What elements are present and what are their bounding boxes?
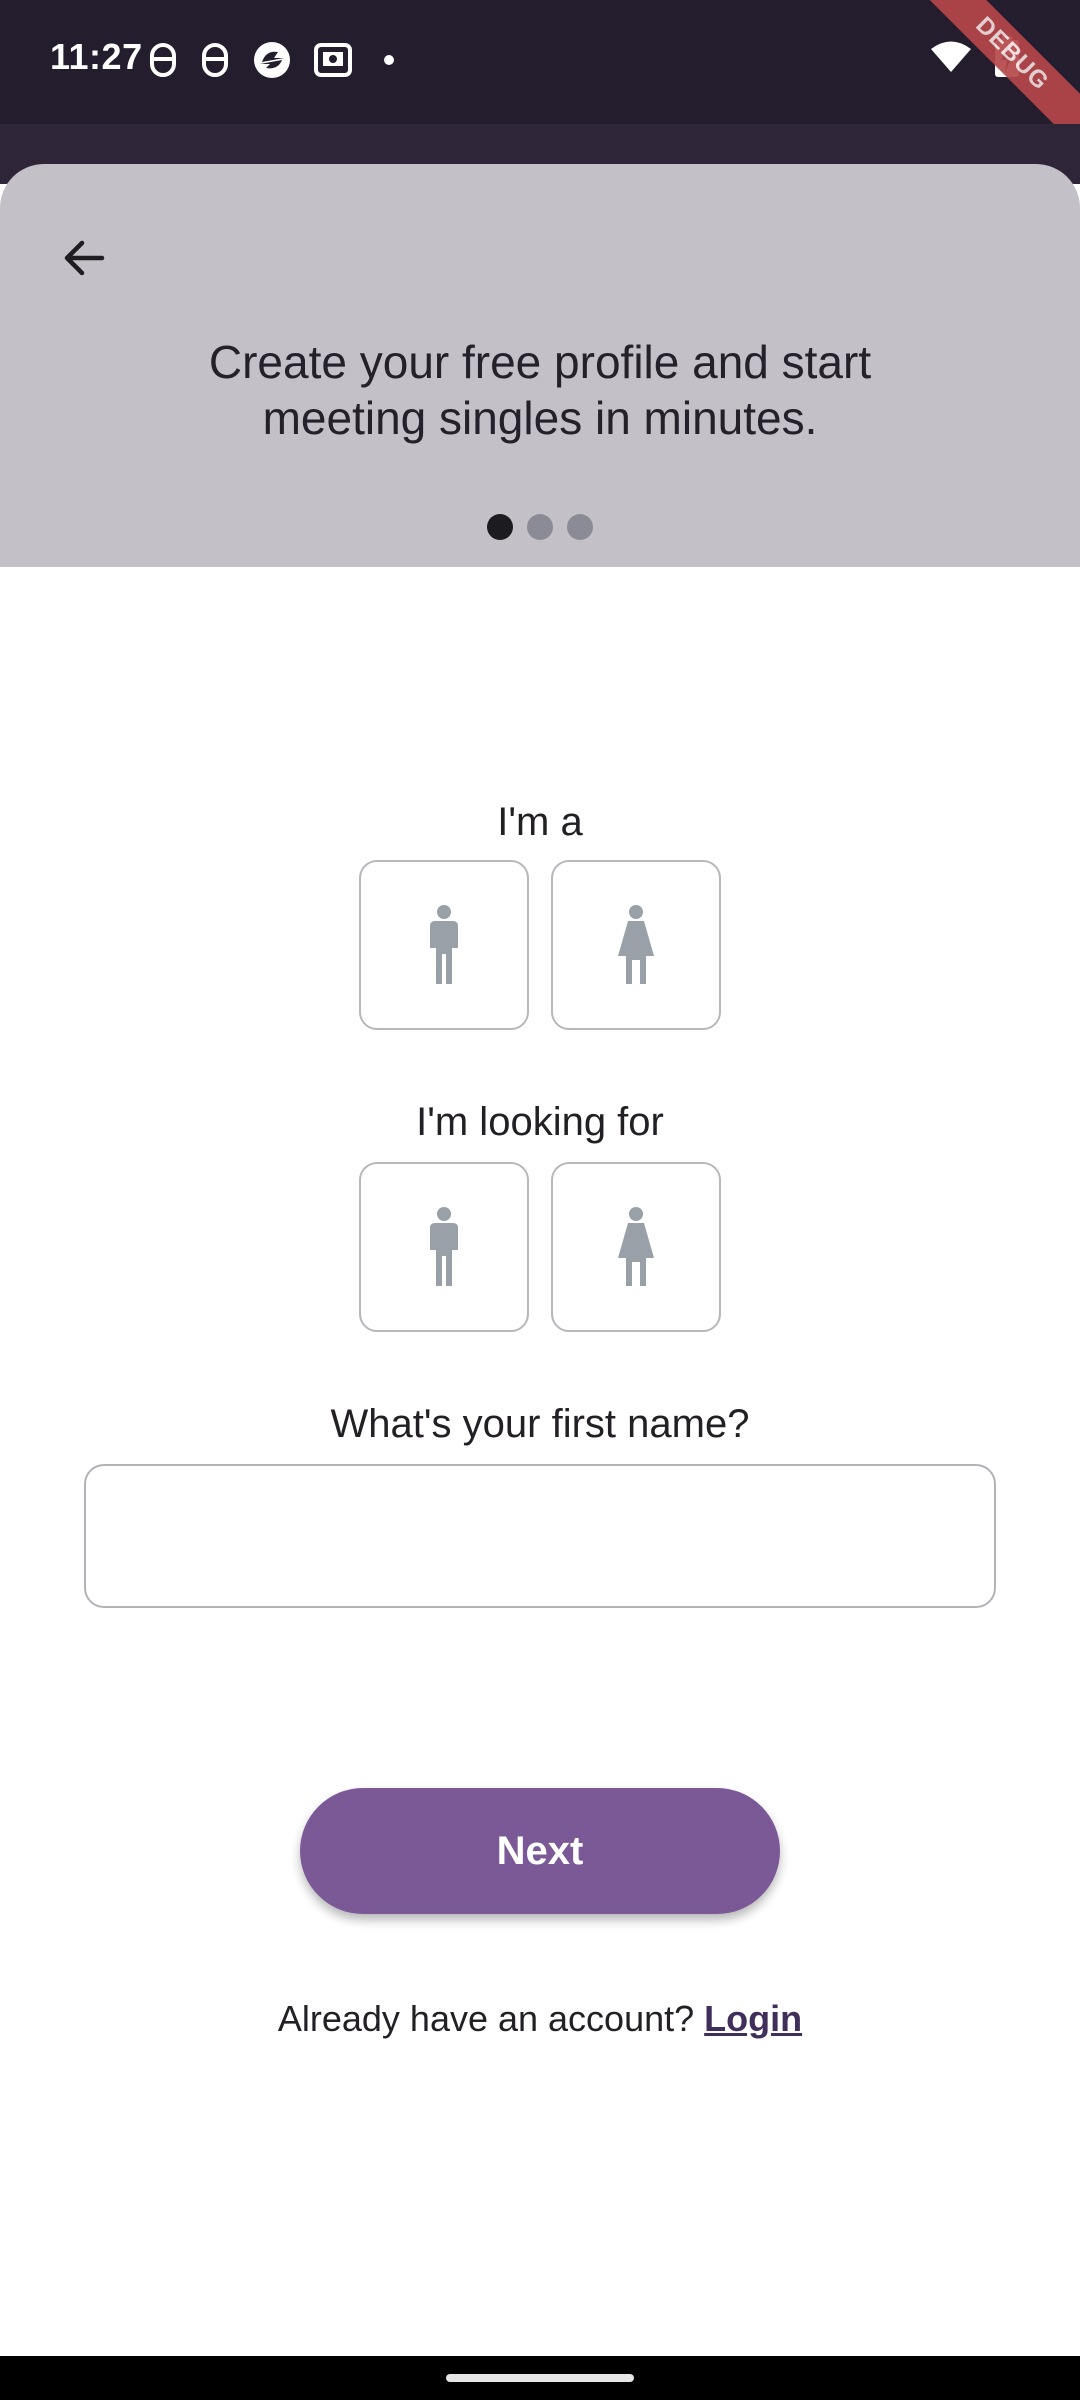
app-notification-icon bbox=[202, 43, 228, 77]
first-name-label: What's your first name? bbox=[330, 1402, 750, 1446]
header-card: Create your free profile and start meeti… bbox=[0, 164, 1080, 567]
page-indicator bbox=[0, 514, 1080, 540]
signup-screen: 11:27 DEBUG Create your free profile and… bbox=[0, 0, 1080, 2400]
female-person-icon bbox=[618, 1207, 654, 1286]
system-nav-bar bbox=[0, 2356, 1080, 2400]
male-person-icon bbox=[430, 1207, 458, 1286]
account-prompt-text: Already have an account? bbox=[277, 1998, 695, 2039]
gender-options bbox=[0, 860, 1080, 1030]
login-prompt: Already have an account? Login bbox=[0, 1998, 1080, 2040]
status-bar: 11:27 DEBUG bbox=[0, 0, 1080, 161]
sync-icon bbox=[254, 42, 290, 78]
looking-for-options bbox=[0, 1162, 1080, 1332]
status-time: 11:27 bbox=[50, 36, 143, 77]
gender-label: I'm a bbox=[497, 800, 583, 844]
page-dot-active bbox=[487, 514, 513, 540]
looking-for-label: I'm looking for bbox=[416, 1100, 664, 1144]
status-notification-icons bbox=[148, 38, 404, 82]
wifi-icon bbox=[931, 41, 971, 72]
gender-female-option[interactable] bbox=[551, 860, 721, 1030]
male-person-icon bbox=[430, 905, 458, 984]
back-button[interactable] bbox=[50, 224, 118, 292]
app-notification-icon bbox=[150, 43, 176, 77]
first-name-field[interactable] bbox=[84, 1464, 996, 1608]
page-title: Create your free profile and start meeti… bbox=[208, 336, 872, 444]
looking-for-male-option[interactable] bbox=[359, 1162, 529, 1332]
photo-icon bbox=[314, 43, 352, 77]
gender-male-option[interactable] bbox=[359, 860, 529, 1030]
arrow-left-icon bbox=[64, 240, 105, 276]
female-person-icon bbox=[618, 905, 654, 984]
next-button[interactable]: Next bbox=[300, 1788, 780, 1914]
login-link[interactable]: Login bbox=[704, 1998, 802, 2039]
dot-icon bbox=[384, 55, 394, 65]
page-dot bbox=[527, 514, 553, 540]
looking-for-female-option[interactable] bbox=[551, 1162, 721, 1332]
home-indicator[interactable] bbox=[446, 2374, 634, 2382]
page-dot bbox=[567, 514, 593, 540]
